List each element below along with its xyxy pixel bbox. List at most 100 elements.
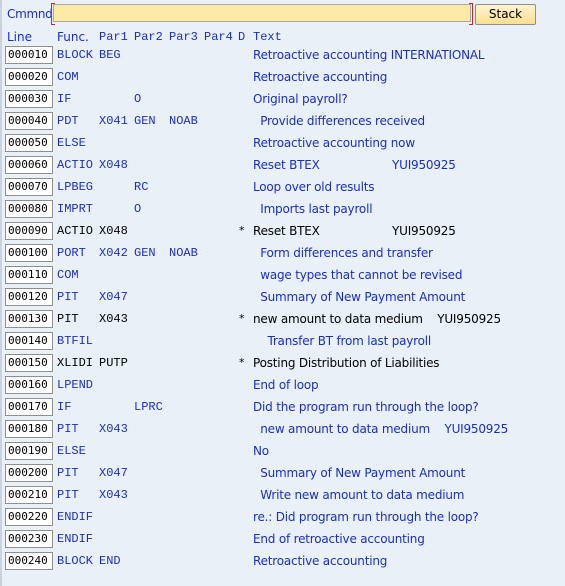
func-cell: COM xyxy=(57,70,79,84)
text-cell: new amount to data medium YUI950925 xyxy=(253,312,501,326)
par2-cell: O xyxy=(134,202,142,216)
line-number-field[interactable]: 000100 xyxy=(5,244,53,262)
line-number-field[interactable]: 000210 xyxy=(5,486,53,504)
line-number-field[interactable]: 000150 xyxy=(5,354,53,372)
line-number-field[interactable]: 000060 xyxy=(5,156,53,174)
par1-cell: X047 xyxy=(99,290,128,304)
table-row: 000190 ELSE No xyxy=(0,441,565,463)
text-cell: Imports last payroll xyxy=(253,202,373,216)
par1-cell: END xyxy=(99,554,121,568)
text-cell: Summary of New Payment Amount xyxy=(253,290,466,304)
func-cell: IMPRT xyxy=(57,202,94,216)
line-number-field[interactable]: 000050 xyxy=(5,134,53,152)
func-cell: PIT xyxy=(57,488,79,502)
line-number-field[interactable]: 000030 xyxy=(5,90,53,108)
line-number-field[interactable]: 000170 xyxy=(5,398,53,416)
par3-cell: NOAB xyxy=(169,114,198,128)
header-func: Func. xyxy=(57,30,89,44)
table-row: 000120 PIT X047 Summary of New Payment A… xyxy=(0,287,565,309)
header-d: D xyxy=(238,30,246,44)
command-input[interactable] xyxy=(53,4,471,22)
func-cell: ELSE xyxy=(57,444,86,458)
line-number-field[interactable]: 000080 xyxy=(5,200,53,218)
text-cell: End of loop xyxy=(253,378,319,392)
line-number-field[interactable]: 000160 xyxy=(5,376,53,394)
line-number-field[interactable]: 000140 xyxy=(5,332,53,350)
line-number-field[interactable]: 000190 xyxy=(5,442,53,460)
table-row: 000150 XLIDI PUTP * Posting Distribution… xyxy=(0,353,565,375)
text-cell: Loop over old results xyxy=(253,180,375,194)
table-row: 000010 BLOCK BEG Retroactive accounting … xyxy=(0,45,565,67)
text-cell: wage types that cannot be revised xyxy=(253,268,463,282)
func-cell: IF xyxy=(57,400,72,414)
required-bracket-right xyxy=(469,3,473,25)
func-cell: LPBEG xyxy=(57,180,94,194)
par3-cell: NOAB xyxy=(169,246,198,260)
text-cell: Reset BTEX YUI950925 xyxy=(253,224,456,238)
line-number-field[interactable]: 000010 xyxy=(5,46,53,64)
header-par3: Par3 xyxy=(169,30,198,44)
text-cell: Retroactive accounting INTERNATIONAL xyxy=(253,48,485,62)
stack-button[interactable]: Stack xyxy=(475,4,536,25)
table-row: 000080 IMPRT O Imports last payroll xyxy=(0,199,565,221)
table-row: 000130 PIT X043 * new amount to data med… xyxy=(0,309,565,331)
par1-cell: X047 xyxy=(99,466,128,480)
func-cell: ACTIO xyxy=(57,224,94,238)
func-cell: ENDIF xyxy=(57,532,94,546)
line-number-field[interactable]: 000120 xyxy=(5,288,53,306)
func-cell: PDT xyxy=(57,114,79,128)
par2-cell: LPRC xyxy=(134,400,163,414)
line-number-field[interactable]: 000090 xyxy=(5,222,53,240)
func-cell: IF xyxy=(57,92,72,106)
func-cell: BLOCK xyxy=(57,554,94,568)
table-row: 000070 LPBEG RC Loop over old results xyxy=(0,177,565,199)
table-row: 000040 PDT X041 GEN NOAB Provide differe… xyxy=(0,111,565,133)
func-cell: ENDIF xyxy=(57,510,94,524)
table-row: 000220 ENDIF re.: Did program run throug… xyxy=(0,507,565,529)
line-number-field[interactable]: 000240 xyxy=(5,552,53,570)
par1-cell: X048 xyxy=(99,224,128,238)
par1-cell: X043 xyxy=(99,422,128,436)
line-number-field[interactable]: 000040 xyxy=(5,112,53,130)
table-row: 000210 PIT X043 Write new amount to data… xyxy=(0,485,565,507)
command-label: Cmmnd xyxy=(7,7,53,21)
table-row: 000060 ACTIO X048 Reset BTEX YUI950925 xyxy=(0,155,565,177)
line-number-field[interactable]: 000020 xyxy=(5,68,53,86)
func-cell: XLIDI xyxy=(57,356,94,370)
func-cell: BTFIL xyxy=(57,334,94,348)
func-cell: PIT xyxy=(57,290,79,304)
table-row: 000100 PORT X042 GEN NOAB Form differenc… xyxy=(0,243,565,265)
text-cell: Reset BTEX YUI950925 xyxy=(253,158,456,172)
func-cell: COM xyxy=(57,268,79,282)
line-number-field[interactable]: 000180 xyxy=(5,420,53,438)
func-cell: PORT xyxy=(57,246,86,260)
par1-cell: X048 xyxy=(99,158,128,172)
par1-cell: BEG xyxy=(99,48,121,62)
line-number-field[interactable]: 000070 xyxy=(5,178,53,196)
table-row: 000110 COM wage types that cannot be rev… xyxy=(0,265,565,287)
line-number-field[interactable]: 000230 xyxy=(5,530,53,548)
text-cell: Provide differences received xyxy=(253,114,425,128)
par2-cell: GEN xyxy=(134,246,156,260)
text-cell: No xyxy=(253,444,269,458)
table-row: 000230 ENDIF End of retroactive accounti… xyxy=(0,529,565,551)
d-comment-flag: * xyxy=(239,224,245,237)
table-row: 000200 PIT X047 Summary of New Payment A… xyxy=(0,463,565,485)
par1-cell: X043 xyxy=(99,312,128,326)
text-cell: Retroactive accounting now xyxy=(253,136,415,150)
func-cell: PIT xyxy=(57,312,79,326)
line-number-field[interactable]: 000130 xyxy=(5,310,53,328)
line-number-field[interactable]: 000200 xyxy=(5,464,53,482)
func-cell: LPEND xyxy=(57,378,94,392)
func-cell: PIT xyxy=(57,422,79,436)
line-number-field[interactable]: 000220 xyxy=(5,508,53,526)
par2-cell: O xyxy=(134,92,142,106)
table-row: 000170 IF LPRC Did the program run throu… xyxy=(0,397,565,419)
text-cell: new amount to data medium YUI950925 xyxy=(253,422,509,436)
par1-cell: X043 xyxy=(99,488,128,502)
table-row: 000030 IF O Original payroll? xyxy=(0,89,565,111)
header-line: Line xyxy=(7,30,33,44)
line-number-field[interactable]: 000110 xyxy=(5,266,53,284)
text-cell: Form differences and transfer xyxy=(253,246,433,260)
text-cell: Did the program run through the loop? xyxy=(253,400,479,414)
